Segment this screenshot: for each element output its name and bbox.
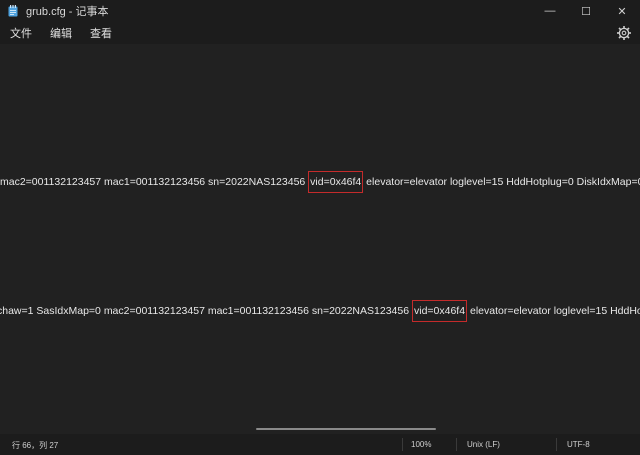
line-2-highlight-vid: vid=0x46f4	[411, 300, 468, 322]
menu-view[interactable]: 查看	[81, 25, 121, 41]
encoding: UTF-8	[567, 440, 590, 449]
status-bar: 行 66，列 27 100% Unix (LF) UTF-8	[0, 434, 640, 455]
line-2-before: chaw=1 SasIdxMap=0 mac2=001132123457 mac…	[0, 305, 412, 317]
horizontal-scrollbar[interactable]	[256, 428, 436, 430]
window-title: grub.cfg - 记事本	[26, 6, 109, 18]
text-line-1: mac2=001132123457 mac1=001132123456 sn=2…	[0, 171, 640, 193]
title-bar: grub.cfg - 记事本 — ☐ ✕	[0, 0, 640, 22]
menu-file[interactable]: 文件	[0, 25, 41, 41]
notepad-icon	[8, 5, 18, 17]
line-2-after: elevator=elevator loglevel=15 HddHotplug…	[469, 305, 640, 317]
status-divider	[456, 438, 457, 451]
status-divider	[556, 438, 557, 451]
minimize-icon: —	[544, 5, 556, 17]
line-1-after: elevator=elevator loglevel=15 HddHotplug…	[366, 176, 640, 188]
close-icon: ✕	[617, 5, 627, 18]
line-1-highlight-vid: vid=0x46f4	[308, 171, 364, 193]
menu-bar: 文件 编辑 查看	[0, 22, 640, 44]
menu-edit[interactable]: 编辑	[41, 25, 81, 41]
cursor-position: 行 66，列 27	[12, 441, 59, 450]
maximize-icon: ☐	[581, 5, 591, 18]
text-line-2: chaw=1 SasIdxMap=0 mac2=001132123457 mac…	[0, 300, 640, 322]
status-divider	[402, 438, 403, 451]
text-editor[interactable]: mac2=001132123457 mac1=001132123456 sn=2…	[0, 44, 640, 434]
settings-gear-icon[interactable]	[616, 25, 632, 41]
close-button[interactable]: ✕	[604, 0, 640, 22]
zoom-level: 100%	[411, 440, 432, 449]
minimize-button[interactable]: —	[532, 0, 568, 22]
line-1-before: mac2=001132123457 mac1=001132123456 sn=2…	[0, 176, 309, 188]
maximize-button[interactable]: ☐	[568, 0, 604, 22]
window-controls: — ☐ ✕	[532, 0, 640, 22]
line-ending: Unix (LF)	[467, 440, 500, 449]
